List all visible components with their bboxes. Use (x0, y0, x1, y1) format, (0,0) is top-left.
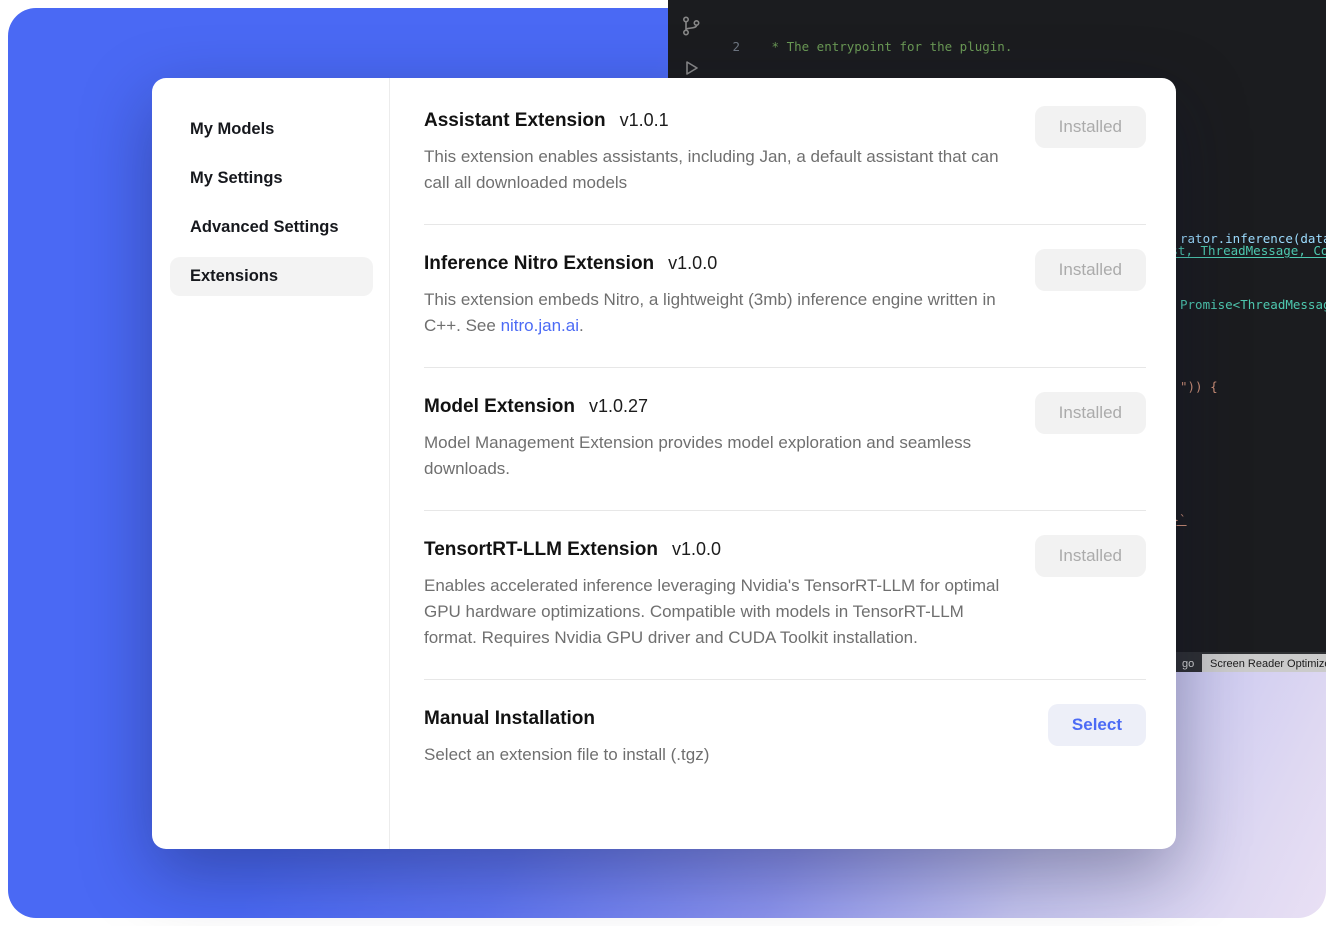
installed-button-model[interactable]: Installed (1035, 392, 1146, 434)
extension-version: v1.0.0 (668, 253, 717, 274)
settings-sidebar: My Models My Settings Advanced Settings … (152, 78, 390, 849)
nitro-jan-ai-link[interactable]: nitro.jan.ai (501, 316, 579, 335)
code-fragment: Promise<ThreadMessage> (1180, 296, 1326, 313)
select-file-button[interactable]: Select (1048, 704, 1146, 746)
extension-row-model: Model Extension v1.0.27 Model Management… (424, 368, 1146, 511)
source-control-icon[interactable] (679, 14, 703, 38)
manual-installation-heading: Manual Installation (424, 708, 1146, 730)
sidebar-item-my-settings[interactable]: My Settings (170, 159, 373, 198)
sidebar-item-advanced-settings[interactable]: Advanced Settings (170, 208, 373, 247)
extension-row-tensorrt-llm: TensortRT-LLM Extension v1.0.0 Enables a… (424, 511, 1146, 680)
extension-description: Enables accelerated inference leveraging… (424, 573, 1009, 651)
extension-name: Model Extension (424, 396, 575, 418)
settings-modal: My Models My Settings Advanced Settings … (152, 78, 1176, 849)
installed-button-inference-nitro[interactable]: Installed (1035, 249, 1146, 291)
sidebar-item-extensions[interactable]: Extensions (170, 257, 373, 296)
extension-row-assistant: Assistant Extension v1.0.1 This extensio… (424, 90, 1146, 225)
extension-name: Inference Nitro Extension (424, 253, 654, 275)
run-debug-icon[interactable] (679, 56, 703, 80)
screen-reader-optimized-badge[interactable]: Screen Reader Optimize (1202, 654, 1326, 672)
status-bar-text: go (1182, 656, 1194, 672)
code-fragment: rator.inference(data)); (1180, 230, 1326, 247)
description-text: . (579, 316, 584, 335)
installed-button-assistant[interactable]: Installed (1035, 106, 1146, 148)
code-line: 2 * The entrypoint for the plugin. (714, 38, 1326, 55)
installed-button-tensorrt-llm[interactable]: Installed (1035, 535, 1146, 577)
extension-version: v1.0.27 (589, 396, 648, 417)
extension-description: This extension embeds Nitro, a lightweig… (424, 287, 1009, 339)
extension-version: v1.0.0 (672, 539, 721, 560)
extension-description: Model Management Extension provides mode… (424, 430, 1009, 482)
code-text: * The entrypoint for the plugin. (764, 38, 1012, 55)
manual-installation-description: Select an extension file to install (.tg… (424, 742, 1009, 768)
extension-name: TensortRT-LLM Extension (424, 539, 658, 561)
code-fragment: ")) { (1180, 378, 1218, 395)
extension-row-inference-nitro: Inference Nitro Extension v1.0.0 This ex… (424, 225, 1146, 368)
extension-version: v1.0.1 (620, 110, 669, 131)
line-number: 2 (714, 38, 740, 55)
manual-installation-row: Manual Installation Select an extension … (424, 680, 1146, 796)
extension-description: This extension enables assistants, inclu… (424, 144, 1009, 196)
sidebar-item-my-models[interactable]: My Models (170, 110, 373, 149)
extension-name: Assistant Extension (424, 110, 606, 132)
extensions-panel: Assistant Extension v1.0.1 This extensio… (390, 78, 1176, 849)
manual-installation-title: Manual Installation (424, 708, 595, 730)
